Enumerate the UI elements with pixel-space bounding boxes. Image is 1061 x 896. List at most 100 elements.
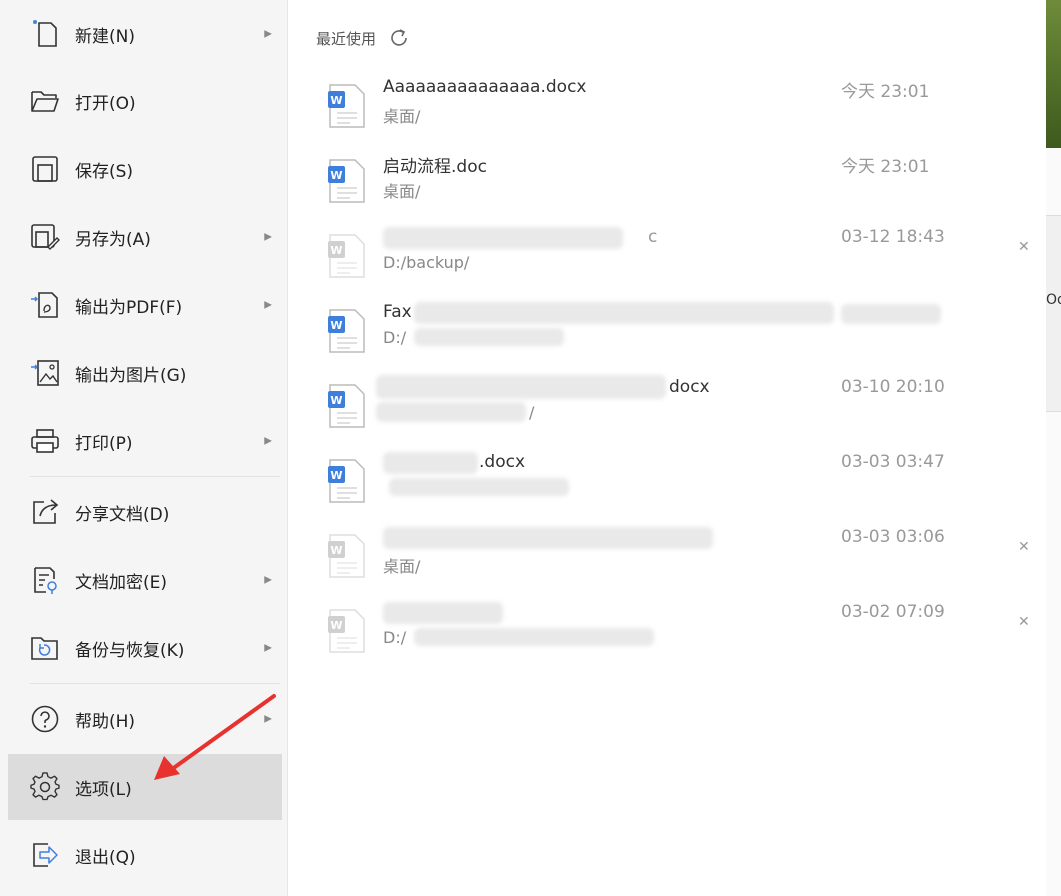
file-time: 今天 23:01 bbox=[841, 82, 930, 102]
new-file-icon bbox=[30, 19, 60, 49]
file-time: 03-03 03:47 bbox=[841, 452, 945, 472]
menu-item-label: 文档加密(E) bbox=[75, 572, 168, 593]
menu-item-export-image[interactable]: 输出为图片(G) bbox=[8, 340, 282, 406]
file-name: Fax bbox=[383, 302, 412, 322]
backup-restore-icon bbox=[30, 633, 60, 663]
submenu-arrow-icon: ▶ bbox=[264, 642, 272, 654]
file-time: 03-10 20:10 bbox=[841, 377, 945, 397]
menu-item-print[interactable]: 打印(P) ▶ bbox=[8, 408, 282, 474]
word-doc-icon: W bbox=[328, 84, 365, 128]
file-name: 启动流程.doc bbox=[383, 157, 487, 177]
export-pdf-icon bbox=[30, 290, 60, 320]
help-icon bbox=[30, 704, 60, 734]
redacted-text bbox=[383, 527, 713, 549]
redacted-text bbox=[383, 452, 478, 474]
redacted-text bbox=[389, 478, 569, 496]
recent-file-row[interactable]: W Aaaaaaaaaaaaaaa.docx 桌面/ 今天 23:01 bbox=[314, 75, 1034, 145]
file-name: c bbox=[648, 227, 658, 247]
save-as-icon bbox=[30, 222, 60, 252]
redacted-text bbox=[414, 328, 564, 346]
svg-text:W: W bbox=[330, 169, 342, 182]
file-path: D:/backup/ bbox=[383, 253, 470, 272]
menu-item-label: 帮助(H) bbox=[75, 711, 136, 732]
background-toolbar bbox=[1046, 215, 1061, 412]
redacted-text bbox=[414, 302, 834, 324]
file-path: 桌面/ bbox=[383, 182, 421, 201]
menu-item-label: 打开(O) bbox=[75, 93, 136, 114]
svg-text:W: W bbox=[330, 469, 342, 482]
file-path: / bbox=[529, 403, 535, 422]
menu-divider bbox=[30, 683, 280, 684]
svg-text:W: W bbox=[330, 619, 342, 632]
svg-text:W: W bbox=[330, 544, 342, 557]
remove-from-list-icon[interactable]: ✕ bbox=[1018, 239, 1030, 255]
redacted-text bbox=[841, 304, 941, 324]
file-path: D:/ bbox=[383, 328, 407, 347]
file-time: 今天 23:01 bbox=[841, 157, 930, 177]
word-doc-missing-icon: W bbox=[328, 534, 365, 578]
submenu-arrow-icon: ▶ bbox=[264, 435, 272, 447]
file-time: 03-02 07:09 bbox=[841, 602, 945, 622]
svg-text:W: W bbox=[330, 244, 342, 257]
file-path: D:/ bbox=[383, 628, 407, 647]
word-doc-icon: W bbox=[328, 459, 365, 503]
menu-item-new[interactable]: 新建(N) ▶ bbox=[8, 1, 282, 67]
word-doc-icon: W bbox=[328, 309, 365, 353]
file-path: 桌面/ bbox=[383, 107, 421, 126]
remove-from-list-icon[interactable]: ✕ bbox=[1018, 614, 1030, 630]
word-doc-icon: W bbox=[328, 159, 365, 203]
printer-icon bbox=[30, 426, 60, 456]
menu-item-label: 打印(P) bbox=[75, 433, 133, 454]
menu-item-open[interactable]: 打开(O) bbox=[8, 68, 282, 134]
menu-item-share[interactable]: 分享文档(D) bbox=[8, 479, 282, 545]
save-icon bbox=[30, 154, 60, 184]
redacted-text bbox=[376, 375, 666, 399]
file-time: 03-12 18:43 bbox=[841, 227, 945, 247]
submenu-arrow-icon: ▶ bbox=[264, 231, 272, 243]
recent-file-row[interactable]: W Fax D:/ bbox=[314, 300, 1034, 370]
redacted-text bbox=[414, 628, 654, 646]
file-name: docx bbox=[669, 377, 710, 397]
menu-item-encrypt[interactable]: 文档加密(E) ▶ bbox=[8, 547, 282, 613]
menu-item-label: 输出为PDF(F) bbox=[75, 297, 183, 318]
menu-item-label: 另存为(A) bbox=[75, 229, 151, 250]
refresh-icon[interactable] bbox=[388, 27, 410, 49]
recent-file-row[interactable]: W D:/ 03-02 07:09 ✕ bbox=[314, 600, 1034, 670]
menu-item-label: 选项(L) bbox=[75, 779, 132, 800]
word-doc-icon: W bbox=[328, 384, 365, 428]
recent-file-row[interactable]: W docx / 03-10 20:10 bbox=[314, 375, 1034, 445]
remove-from-list-icon[interactable]: ✕ bbox=[1018, 539, 1030, 555]
exit-icon bbox=[30, 840, 60, 870]
svg-text:W: W bbox=[330, 319, 342, 332]
menu-item-label: 分享文档(D) bbox=[75, 504, 170, 525]
encrypt-icon bbox=[30, 565, 60, 595]
file-name: Aaaaaaaaaaaaaaa.docx bbox=[383, 77, 587, 97]
menu-item-label: 备份与恢复(K) bbox=[75, 640, 185, 661]
recent-title: 最近使用 bbox=[316, 29, 377, 48]
menu-item-label: 输出为图片(G) bbox=[75, 365, 187, 386]
file-time: 03-03 03:06 bbox=[841, 527, 945, 547]
menu-item-exit[interactable]: 退出(Q) bbox=[8, 822, 282, 888]
share-icon bbox=[30, 497, 60, 527]
menu-item-save[interactable]: 保存(S) bbox=[8, 136, 282, 202]
menu-item-backup-restore[interactable]: 备份与恢复(K) ▶ bbox=[8, 615, 282, 681]
file-menu-window: 新建(N) ▶ 打开(O) 保存(S) 另存为(A) ▶ 输出为PDF(F) ▶… bbox=[0, 0, 1046, 896]
menu-item-label: 保存(S) bbox=[75, 161, 134, 182]
redacted-text bbox=[383, 602, 503, 624]
file-name: .docx bbox=[479, 452, 526, 472]
submenu-arrow-icon: ▶ bbox=[264, 574, 272, 586]
menu-item-export-pdf[interactable]: 输出为PDF(F) ▶ bbox=[8, 272, 282, 338]
background-text: Od bbox=[1046, 292, 1061, 308]
gear-icon bbox=[30, 772, 60, 802]
recent-file-row[interactable]: W .docx 03-03 03:47 bbox=[314, 450, 1034, 520]
recent-file-row[interactable]: W c D:/backup/ 03-12 18:43 ✕ bbox=[314, 225, 1034, 295]
recent-header: 最近使用 bbox=[316, 27, 410, 49]
export-image-icon bbox=[30, 358, 60, 388]
svg-text:W: W bbox=[330, 394, 342, 407]
recent-file-row[interactable]: W 启动流程.doc 桌面/ 今天 23:01 bbox=[314, 150, 1034, 220]
recent-file-row[interactable]: W 桌面/ 03-03 03:06 ✕ bbox=[314, 525, 1034, 595]
menu-item-save-as[interactable]: 另存为(A) ▶ bbox=[8, 204, 282, 270]
word-doc-missing-icon: W bbox=[328, 234, 365, 278]
redacted-text bbox=[376, 402, 526, 422]
word-doc-missing-icon: W bbox=[328, 609, 365, 653]
